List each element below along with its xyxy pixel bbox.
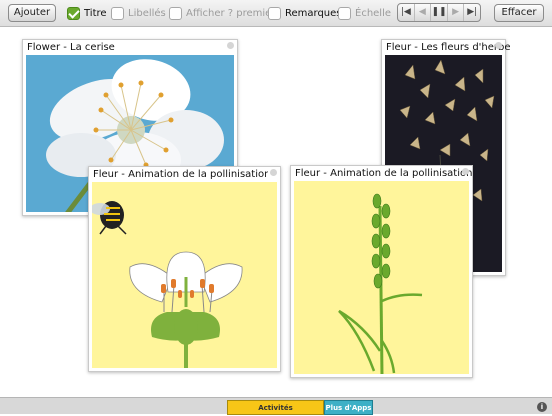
toggle-title-label: Titre [84,7,107,19]
info-icon[interactable]: i [537,402,547,412]
pollination-animation-bee [92,182,277,368]
first-frame-icon[interactable]: |◀ [398,4,415,21]
add-button[interactable]: Ajouter [8,4,56,22]
show-first-checkbox[interactable] [169,6,182,20]
toggle-title[interactable]: Titre [67,5,107,21]
tab-more-apps[interactable]: Plus d'Apps [324,400,373,415]
toggle-scale-label: Échelle [355,7,392,19]
close-icon[interactable] [495,42,502,49]
previous-frame-icon[interactable]: ◀ [415,4,432,21]
card-pollination-grass[interactable]: Fleur - Animation de la pollinisation [290,165,473,378]
close-icon[interactable] [227,42,234,49]
toolbar: Ajouter Titre Libellés Afficher ? premie… [0,0,552,27]
remarks-checkbox[interactable] [268,6,281,20]
bottom-bar: Activités Plus d'Apps i [0,397,552,415]
card-title: Flower - La cerise [27,42,115,53]
toggle-labels-label: Libellés [128,7,166,19]
card-title: Fleur - Les fleurs d'herbe [386,42,511,53]
toggle-labels[interactable]: Libellés [111,5,166,21]
pause-icon[interactable]: ❚❚ [431,4,448,21]
card-title: Fleur - Animation de la pollinisation p [93,169,268,180]
clear-button[interactable]: Effacer [494,4,544,22]
close-icon[interactable] [462,168,469,175]
toggle-remarks[interactable]: Remarques [268,5,342,21]
tab-activities[interactable]: Activités [227,400,324,415]
card-pollination-bee[interactable]: Fleur - Animation de la pollinisation p [88,166,281,372]
close-icon[interactable] [270,169,277,176]
toggle-show-first[interactable]: Afficher ? premier [169,5,275,21]
title-checkbox[interactable] [67,6,80,20]
toggle-show-first-label: Afficher ? premier [186,7,276,19]
playback-controls: |◀ ◀ ❚❚ ▶ ▶| [397,3,481,22]
pollination-animation-grass [294,181,469,374]
last-frame-icon[interactable]: ▶| [464,4,480,21]
labels-checkbox[interactable] [111,6,124,20]
toggle-remarks-label: Remarques [285,7,342,19]
scale-checkbox[interactable] [338,6,351,20]
toggle-scale[interactable]: Échelle [338,5,391,21]
card-title: Fleur - Animation de la pollinisation [295,168,473,179]
next-frame-icon[interactable]: ▶ [448,4,465,21]
